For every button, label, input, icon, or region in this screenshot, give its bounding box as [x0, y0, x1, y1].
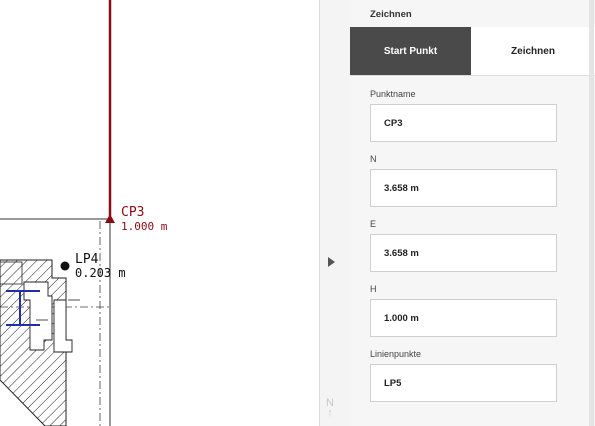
cad-drawing[interactable]: CP3 1.000 m LP4 0.203 m	[0, 0, 319, 426]
cp3-value: 1.000 m	[121, 220, 168, 233]
line-points-label: Linienpunkte	[370, 349, 422, 359]
north-coordinate-field[interactable]: 3.658 m	[370, 169, 557, 207]
east-label: E	[370, 219, 377, 229]
point-name-field[interactable]: CP3	[370, 104, 557, 142]
height-field[interactable]: 1.000 m	[370, 299, 557, 337]
point-name-label: Punktname	[370, 89, 416, 99]
tab-draw[interactable]: Zeichnen	[471, 27, 595, 75]
side-panel: Zeichnen Start Punkt Zeichnen Punktname …	[350, 0, 595, 426]
lp4-marker[interactable]	[60, 261, 70, 271]
tab-bar: Start Punkt Zeichnen	[350, 27, 595, 76]
panel-divider[interactable]: N ↑	[319, 0, 350, 426]
north-arrow-icon: N ↑	[323, 398, 337, 419]
lp4-value: 0.203 m	[75, 266, 126, 280]
height-label: H	[370, 284, 377, 294]
panel-header: Zeichnen	[350, 0, 595, 28]
lp4-label: LP4	[75, 252, 99, 267]
east-coordinate-field[interactable]: 3.658 m	[370, 234, 557, 272]
drawing-canvas[interactable]: CP3 1.000 m LP4 0.203 m	[0, 0, 319, 426]
panel-scrollbar[interactable]	[589, 0, 594, 426]
cp3-label: CP3	[121, 205, 144, 220]
panel-title: Zeichnen	[370, 9, 412, 20]
north-label-field: N	[370, 154, 377, 164]
tab-start-point[interactable]: Start Punkt	[350, 27, 471, 75]
chevron-right-icon[interactable]	[328, 257, 335, 267]
line-points-field[interactable]: LP5	[370, 364, 557, 402]
scrollbar-thumb[interactable]	[589, 0, 594, 426]
north-arrow-glyph: ↑	[327, 407, 333, 419]
profile-outline-2	[53, 299, 73, 353]
